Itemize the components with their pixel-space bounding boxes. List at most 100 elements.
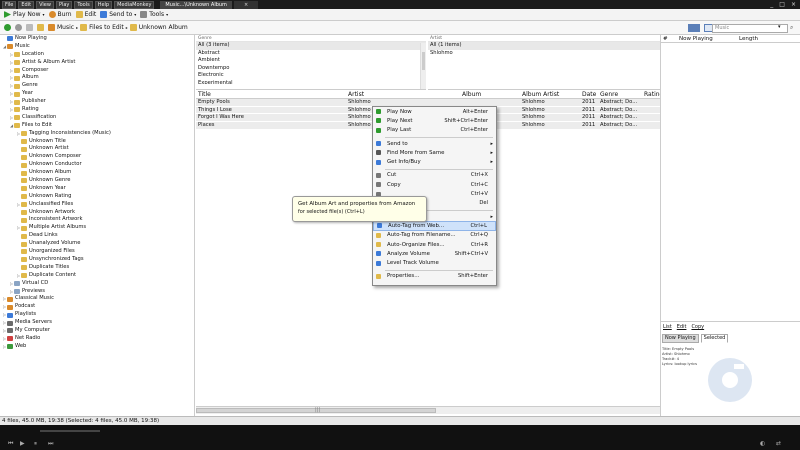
chevron-right-icon[interactable]: ▸ bbox=[126, 25, 128, 30]
menu-view[interactable]: View bbox=[36, 0, 54, 9]
sidebar-item[interactable]: ▷ My Computer bbox=[0, 327, 194, 335]
sidebar-item[interactable]: ▷ Composer bbox=[0, 67, 194, 75]
menu-item[interactable]: Send to ▸ bbox=[373, 139, 496, 148]
view-mode-icon[interactable] bbox=[688, 24, 700, 32]
sidebar-item[interactable]: Unorganized Files bbox=[0, 248, 194, 256]
menu-tools[interactable]: Tools bbox=[74, 0, 93, 9]
menu-item[interactable]: Play Last Ctrl+Enter bbox=[373, 126, 496, 135]
shuffle-icon[interactable]: ⇄ bbox=[776, 440, 781, 447]
sidebar-item[interactable]: ◢ Music bbox=[0, 43, 194, 51]
menu-item[interactable]: Auto-Tag from Web... Ctrl+L bbox=[373, 221, 496, 231]
column-now-playing[interactable]: Now Playing bbox=[679, 35, 739, 42]
sidebar-item[interactable]: Duplicate Titles bbox=[0, 264, 194, 272]
menu-item[interactable]: Get Info/Buy ▸ bbox=[373, 157, 496, 166]
sidebar-item[interactable]: ▷ Tagging Inconsistencies (Music) bbox=[0, 130, 194, 138]
column-album[interactable]: Album bbox=[460, 91, 520, 98]
sidebar-item[interactable]: Unsynchronized Tags bbox=[0, 256, 194, 264]
menu-item[interactable]: Auto-Organize Files... Ctrl+R bbox=[373, 240, 496, 249]
artist-item[interactable]: All (1 items) bbox=[428, 42, 660, 50]
column-number[interactable]: # bbox=[661, 35, 679, 42]
column-artist[interactable]: Artist bbox=[346, 91, 460, 98]
genre-item[interactable]: Ambient bbox=[196, 57, 426, 65]
sidebar-item[interactable]: ▷ Playlists bbox=[0, 311, 194, 319]
sidebar-item[interactable]: Unanalyzed Volume bbox=[0, 240, 194, 248]
sidebar-item[interactable]: ▷ Rating bbox=[0, 106, 194, 114]
sidebar-item[interactable]: ▷ Previews bbox=[0, 288, 194, 296]
edit-button[interactable]: Edit bbox=[75, 11, 96, 18]
genre-item[interactable]: All (3 items) bbox=[196, 42, 426, 50]
send-to-button[interactable]: Send to ▾ bbox=[100, 11, 136, 18]
column-length[interactable]: Length bbox=[739, 35, 779, 42]
menu-item[interactable]: Play Next Shift+Ctrl+Enter bbox=[373, 116, 496, 125]
back-icon[interactable] bbox=[4, 24, 11, 31]
sidebar-item[interactable]: Inconsistent Artwork bbox=[0, 216, 194, 224]
sidebar-item[interactable]: Unknown Album bbox=[0, 169, 194, 177]
genre-item[interactable]: Electronic bbox=[196, 72, 426, 80]
artist-item[interactable]: Shlohmo bbox=[428, 50, 660, 58]
forward-icon[interactable] bbox=[15, 24, 22, 31]
home-icon[interactable] bbox=[37, 24, 44, 31]
chevron-down-icon[interactable]: ▾ bbox=[778, 24, 781, 30]
sidebar-item[interactable]: ▷ Publisher bbox=[0, 98, 194, 106]
menu-file[interactable]: File bbox=[2, 0, 17, 9]
sidebar-item[interactable]: Unknown Artwork bbox=[0, 209, 194, 217]
seek-bar[interactable] bbox=[40, 430, 100, 432]
sidebar-item[interactable]: Unknown Genre bbox=[0, 177, 194, 185]
chevron-right-icon[interactable]: ▸ bbox=[76, 25, 78, 30]
equalizer-icon[interactable]: ◐ bbox=[760, 440, 765, 447]
play-now-button[interactable]: Play Now ▾ bbox=[4, 11, 45, 18]
search-input[interactable]: Music bbox=[712, 24, 788, 33]
sidebar-item[interactable]: Unknown Rating bbox=[0, 193, 194, 201]
minimize-button[interactable]: _ bbox=[770, 1, 773, 8]
burn-button[interactable]: Burn bbox=[48, 11, 72, 18]
breadcrumb-unknown-album[interactable]: Unknown Album bbox=[139, 24, 188, 31]
column-genre[interactable]: Genre bbox=[598, 91, 642, 98]
horizontal-scrollbar[interactable]: ||| bbox=[196, 406, 660, 414]
play-icon[interactable]: ▶ bbox=[20, 440, 25, 447]
breadcrumb-music[interactable]: Music bbox=[57, 24, 74, 31]
sidebar-item[interactable]: Dead Links bbox=[0, 232, 194, 240]
menu-item[interactable]: Play Now Alt+Enter bbox=[373, 107, 496, 116]
menu-item[interactable]: Cut Ctrl+X bbox=[373, 171, 496, 180]
sidebar-item[interactable]: ▷ Classical Music bbox=[0, 295, 194, 303]
close-button[interactable]: × bbox=[791, 1, 796, 8]
column-album-artist[interactable]: Album Artist bbox=[520, 91, 580, 98]
sidebar-item[interactable]: Unknown Title bbox=[0, 138, 194, 146]
sidebar-item[interactable]: ▷ Net Radio bbox=[0, 335, 194, 343]
sidebar-item[interactable]: Unknown Artist bbox=[0, 145, 194, 153]
column-rating[interactable]: Rating bbox=[642, 91, 663, 98]
scrollbar-thumb[interactable]: ||| bbox=[196, 407, 436, 413]
sidebar-item[interactable]: ▷ Duplicate Content bbox=[0, 272, 194, 280]
sidebar-item[interactable]: ▷ Classification bbox=[0, 114, 194, 122]
next-icon[interactable]: ⏭ bbox=[48, 440, 53, 448]
genre-item[interactable]: Downtempo bbox=[196, 65, 426, 73]
genre-item[interactable]: Experimental bbox=[196, 80, 426, 84]
sidebar-item[interactable]: Unknown Composer bbox=[0, 153, 194, 161]
sidebar-item[interactable]: ▷ Genre bbox=[0, 82, 194, 90]
menu-mediamonkey[interactable]: MediaMonkey bbox=[114, 0, 155, 9]
menu-edit[interactable]: Edit bbox=[18, 0, 35, 9]
tools-button[interactable]: Tools ▾ bbox=[140, 11, 168, 18]
breadcrumb-files-to-edit[interactable]: Files to Edit bbox=[89, 24, 124, 31]
menu-item[interactable]: Level Track Volume bbox=[373, 258, 496, 267]
sidebar-item[interactable]: ▷ Media Servers bbox=[0, 319, 194, 327]
sidebar-item[interactable]: ◢ Files to Edit bbox=[0, 122, 194, 130]
sidebar-item[interactable]: ▷ Unclassified Files bbox=[0, 201, 194, 209]
search-icon[interactable]: ⌕ bbox=[790, 24, 793, 32]
scrollbar-thumb[interactable] bbox=[422, 52, 425, 70]
sidebar-item[interactable]: ▷ Multiple Artist Albums bbox=[0, 224, 194, 232]
sidebar-item[interactable]: ▷ Artist & Album Artist bbox=[0, 59, 194, 67]
pause-icon[interactable]: ⏸ bbox=[34, 440, 37, 448]
menu-list[interactable]: List bbox=[663, 324, 672, 330]
new-tab-button[interactable]: × bbox=[233, 0, 259, 9]
sidebar-item[interactable]: ▷ Album bbox=[0, 74, 194, 82]
tab-now-playing[interactable]: Now Playing bbox=[662, 334, 699, 343]
refresh-icon[interactable] bbox=[26, 24, 33, 31]
menu-item[interactable]: Find More from Same ▸ bbox=[373, 148, 496, 157]
tab-selected[interactable]: Selected bbox=[700, 334, 729, 343]
sidebar-item[interactable]: ▷ Virtual CD bbox=[0, 280, 194, 288]
tab-current[interactable]: Music...\Unknown Album bbox=[160, 0, 232, 9]
sidebar-item[interactable]: ▷ Year bbox=[0, 90, 194, 98]
menu-item[interactable]: Auto-Tag from Filename... Ctrl+Q bbox=[373, 231, 496, 240]
menu-help[interactable]: Help bbox=[94, 0, 113, 9]
